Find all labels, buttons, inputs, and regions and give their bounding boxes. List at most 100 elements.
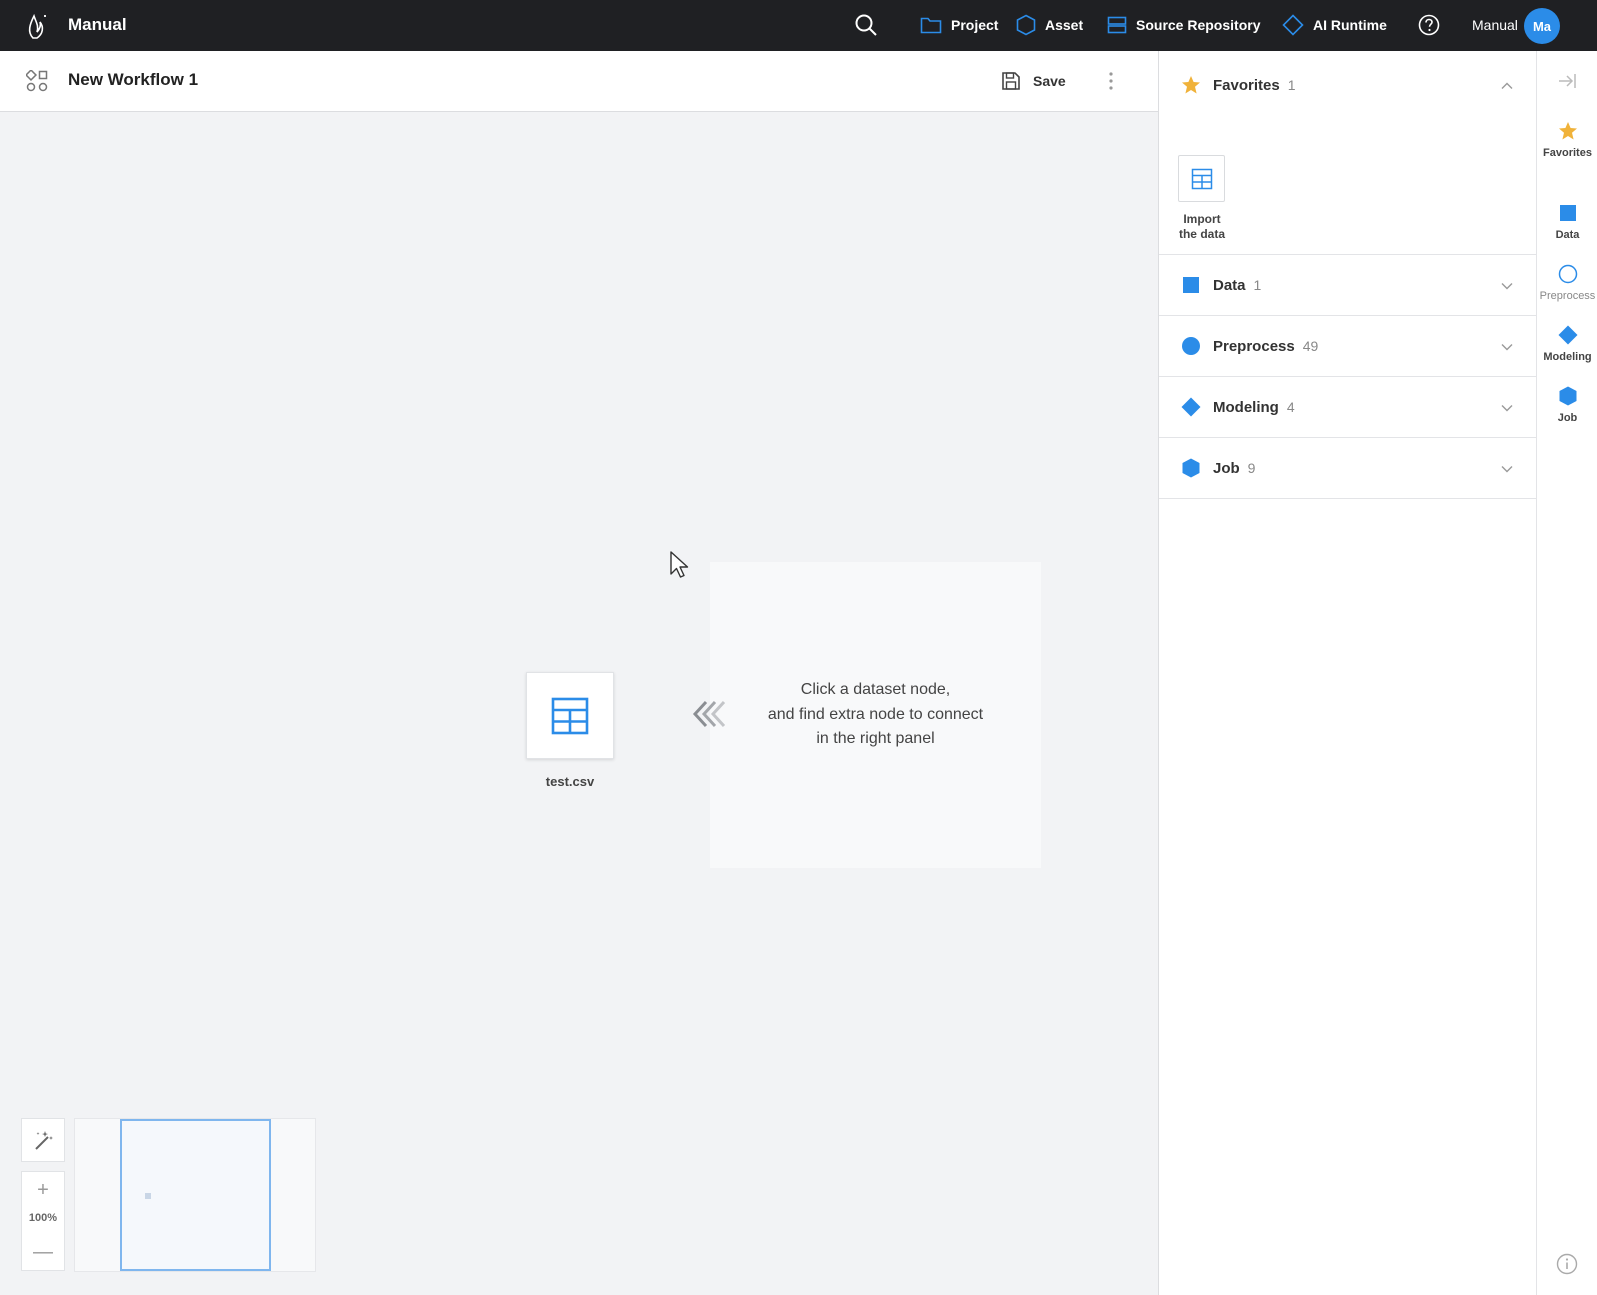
category-data-label: Data 1	[1213, 277, 1261, 294]
category-data-count: 1	[1253, 277, 1262, 293]
more-options-icon[interactable]	[1102, 69, 1120, 93]
category-modeling-count: 4	[1286, 399, 1295, 415]
category-favorites[interactable]: Favorites 1 Import the data	[1159, 51, 1536, 255]
info-icon[interactable]	[1556, 1253, 1578, 1275]
repository-icon	[1107, 16, 1127, 34]
square-icon	[1559, 205, 1576, 221]
category-preprocess[interactable]: Preprocess 49	[1159, 316, 1536, 377]
rail-favorites-label: Favorites	[1543, 147, 1592, 159]
minimap[interactable]	[74, 1118, 316, 1272]
nav-project-label: Project	[951, 17, 999, 33]
chevron-down-icon[interactable]	[1500, 340, 1514, 354]
rail-preprocess[interactable]: Preprocess	[1537, 264, 1597, 302]
hint-line-2: and find extra node to connect	[767, 705, 984, 723]
nav-asset-label: Asset	[1045, 17, 1084, 33]
zoom-out-button[interactable]: —	[22, 1242, 64, 1262]
nav-source-repository-label: Source Repository	[1136, 17, 1261, 33]
diamond-icon	[1558, 325, 1577, 345]
rail-data-label: Data	[1555, 229, 1580, 241]
rail-job[interactable]: Job	[1537, 386, 1597, 424]
category-data-name: Data	[1213, 277, 1246, 294]
nav-ai-runtime[interactable]: AI Runtime	[1282, 14, 1387, 36]
chevron-down-icon[interactable]	[1500, 462, 1514, 476]
rail-favorites[interactable]: Favorites	[1537, 121, 1597, 159]
connect-hint-text: Click a dataset node, and find extra nod…	[726, 678, 1026, 752]
category-job-count: 9	[1247, 460, 1256, 476]
category-job-label: Job 9	[1213, 460, 1255, 477]
favorite-import-data-label: Import the data	[1166, 212, 1238, 242]
category-favorites-count: 1	[1287, 77, 1296, 93]
zoom-control: + 100% —	[21, 1171, 65, 1271]
collapse-panel-icon[interactable]	[1557, 71, 1577, 91]
diamond-icon	[1282, 14, 1304, 36]
magic-wand-icon	[35, 1131, 53, 1150]
help-icon[interactable]	[1417, 13, 1441, 37]
save-button-label: Save	[1033, 73, 1066, 89]
star-icon	[1182, 76, 1200, 94]
category-preprocess-label: Preprocess 49	[1213, 338, 1318, 355]
category-favorites-label: Favorites 1	[1213, 77, 1296, 94]
node-library-panel: Favorites 1 Import the data Data 1 Prepr…	[1158, 51, 1536, 1295]
category-preprocess-name: Preprocess	[1213, 338, 1295, 355]
save-button[interactable]: Save	[1001, 69, 1066, 93]
page-title: New Workflow 1	[68, 70, 199, 89]
rail-modeling-label: Modeling	[1543, 351, 1592, 363]
circle-outline-icon	[1558, 264, 1577, 284]
hexagon-icon	[1016, 14, 1036, 36]
dataset-node[interactable]	[526, 672, 614, 759]
hexagon-icon	[1559, 386, 1576, 406]
rail-preprocess-label: Preprocess	[1539, 290, 1596, 302]
mouse-cursor-icon	[670, 551, 689, 578]
hint-line-1: Click a dataset node,	[800, 681, 951, 699]
avatar[interactable]: Ma	[1524, 8, 1560, 44]
chevron-down-icon[interactable]	[1500, 279, 1514, 293]
star-icon	[1558, 122, 1577, 140]
workflow-nodes-icon[interactable]	[26, 70, 48, 92]
category-job[interactable]: Job 9	[1159, 438, 1536, 499]
double-chevron-left-icon	[692, 700, 726, 728]
app-name[interactable]: Manual	[68, 15, 127, 35]
category-favorites-name: Favorites	[1213, 77, 1280, 94]
chevron-up-icon[interactable]	[1500, 79, 1514, 93]
table-icon	[1191, 168, 1212, 189]
connect-hint-box: Click a dataset node, and find extra nod…	[710, 562, 1041, 868]
workflow-canvas[interactable]: Click a dataset node, and find extra nod…	[0, 112, 1158, 1295]
nav-source-repository[interactable]: Source Repository	[1107, 14, 1260, 36]
diamond-icon	[1181, 397, 1201, 417]
category-preprocess-count: 49	[1302, 338, 1319, 354]
category-rail: Favorites Data Preprocess Modeling Job	[1536, 51, 1597, 1295]
auto-layout-button[interactable]	[21, 1118, 65, 1162]
category-modeling[interactable]: Modeling 4	[1159, 377, 1536, 438]
minimap-viewport[interactable]	[120, 1119, 271, 1271]
rail-job-label: Job	[1557, 412, 1578, 424]
zoom-in-button[interactable]: +	[22, 1180, 64, 1200]
favorite-label-line-1: Import	[1183, 212, 1221, 226]
save-icon	[1002, 72, 1020, 90]
square-icon	[1183, 277, 1199, 293]
category-job-name: Job	[1213, 460, 1240, 477]
category-data[interactable]: Data 1	[1159, 255, 1536, 316]
workflow-header: New Workflow 1 Save	[0, 51, 1158, 112]
favorite-label-line-2: the data	[1178, 227, 1225, 241]
rail-modeling[interactable]: Modeling	[1537, 325, 1597, 363]
chevron-down-icon[interactable]	[1500, 401, 1514, 415]
top-navigation-bar: Manual Project Asset Source Repository A…	[0, 0, 1597, 51]
folder-icon	[920, 17, 942, 34]
circle-icon	[1182, 337, 1200, 355]
minimap-node	[145, 1193, 151, 1199]
hexagon-icon	[1182, 458, 1200, 478]
search-icon[interactable]	[854, 13, 878, 37]
dataset-node-label: test.csv	[545, 774, 595, 789]
category-modeling-label: Modeling 4	[1213, 399, 1295, 416]
nav-asset[interactable]: Asset	[1016, 14, 1083, 36]
zoom-level: 100%	[28, 1212, 58, 1224]
nav-ai-runtime-label: AI Runtime	[1313, 17, 1387, 33]
category-modeling-name: Modeling	[1213, 399, 1279, 416]
table-icon	[551, 697, 589, 734]
nav-project[interactable]: Project	[920, 14, 998, 36]
flame-logo-icon[interactable]	[24, 12, 50, 40]
user-name[interactable]: Manual	[1472, 17, 1518, 33]
favorite-import-data-card[interactable]	[1178, 155, 1225, 202]
rail-data[interactable]: Data	[1537, 203, 1597, 241]
hint-line-3: in the right panel	[816, 730, 935, 748]
